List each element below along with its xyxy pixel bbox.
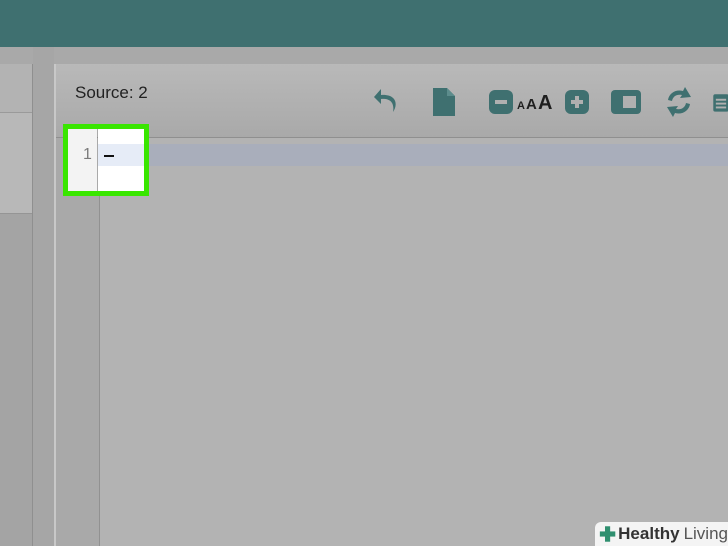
zoom-in-icon: [565, 90, 589, 114]
active-line: [100, 144, 728, 166]
highlight-box: [63, 124, 149, 196]
code-editor-area[interactable]: [100, 138, 728, 546]
panel-divider[interactable]: [33, 47, 54, 546]
svg-text:A: A: [526, 96, 537, 113]
source-label: Source: 2: [75, 83, 148, 102]
wrap-button[interactable]: [610, 86, 642, 118]
source-editor: Source: 2 A A A: [54, 64, 728, 546]
new-document-button[interactable]: [428, 86, 460, 118]
left-panel: [0, 64, 33, 546]
line-number-gutter: [56, 138, 100, 546]
cross-logo-icon: [599, 526, 616, 542]
undo-button[interactable]: [372, 86, 404, 118]
zoom-out-icon: [489, 90, 513, 114]
clipboard-button[interactable]: [712, 86, 728, 118]
svg-text:A: A: [538, 92, 552, 114]
clipboard-icon: [713, 94, 728, 112]
svg-text:A: A: [517, 100, 525, 112]
watermark-brand-2: Living: [683, 524, 728, 543]
wrap-icon: [611, 90, 641, 114]
left-panel-item[interactable]: [0, 113, 32, 214]
watermark: Healthy Living: [595, 522, 728, 546]
window-title-bar: [0, 0, 728, 47]
refresh-button[interactable]: [663, 86, 695, 118]
editor-header: Source: 2 A A A: [56, 64, 728, 138]
left-panel-header: [0, 64, 32, 113]
undo-icon: [374, 89, 396, 112]
font-size-icon: A A A: [517, 92, 552, 114]
zoom-in-button[interactable]: [561, 86, 593, 118]
watermark-brand: Healthy: [618, 524, 680, 543]
refresh-icon: [667, 87, 691, 117]
new-document-icon: [433, 88, 455, 116]
zoom-out-button[interactable]: [485, 86, 517, 118]
font-size-button[interactable]: A A A: [516, 86, 558, 118]
